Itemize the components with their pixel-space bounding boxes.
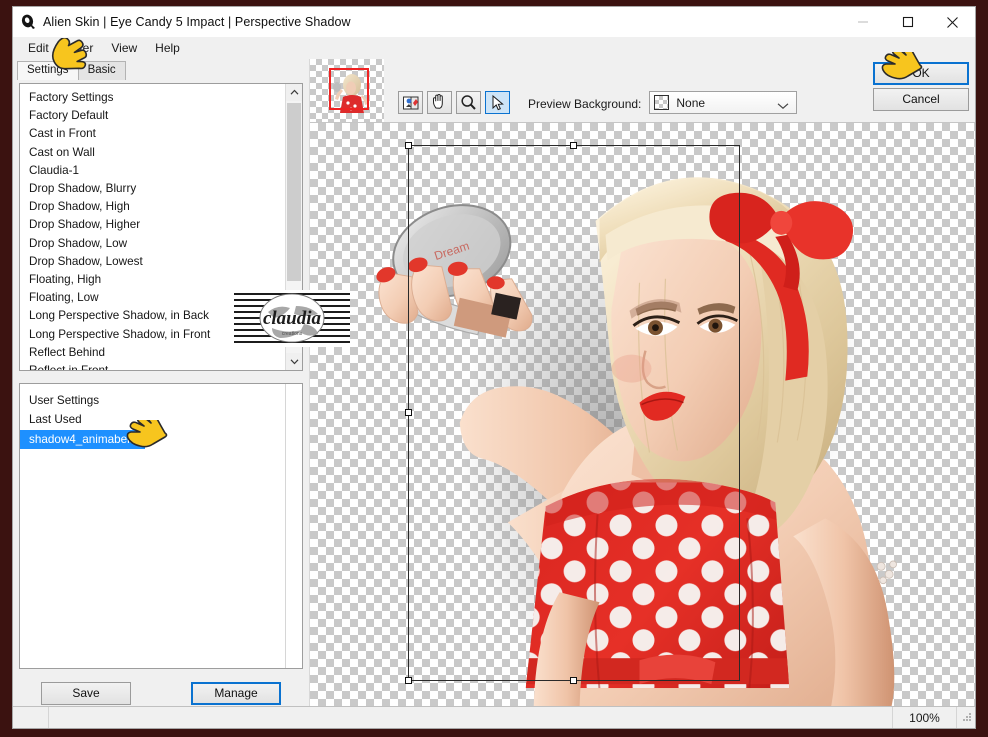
zoom-tool-icon[interactable] [456, 91, 481, 114]
maximize-icon[interactable] [885, 7, 930, 37]
menu-item-edit[interactable]: Edit [19, 40, 58, 56]
resize-grip-icon[interactable] [957, 710, 975, 725]
alien-skin-icon [19, 13, 37, 31]
list-item[interactable]: Factory Settings [20, 89, 285, 107]
hand-tool-icon[interactable] [427, 91, 452, 114]
preview-compare-tool-icon[interactable] [398, 91, 423, 114]
list-item-selected[interactable]: shadow4_animabelle [20, 430, 145, 450]
list-item[interactable]: Drop Shadow, Blurry [20, 180, 285, 198]
preview-canvas[interactable]: Dream [310, 122, 975, 706]
list-item[interactable]: Cast in Front [20, 125, 285, 143]
menu-item-help[interactable]: Help [146, 40, 189, 56]
factory-settings-items: Factory Settings Factory Default Cast in… [20, 84, 285, 370]
list-item[interactable]: Factory Default [20, 107, 285, 125]
list-item[interactable]: Long Perspective Shadow, in Front [20, 326, 285, 344]
zoom-level: 100% [893, 707, 957, 728]
tab-settings[interactable]: Settings [17, 61, 79, 80]
factory-settings-list[interactable]: Factory Settings Factory Default Cast in… [19, 83, 303, 371]
list-item[interactable]: Floating, High [20, 271, 285, 289]
preview-toolbar: Preview Background: None OK Cancel [310, 59, 975, 122]
list-item[interactable]: Floating, Low [20, 289, 285, 307]
scrollbar-track[interactable] [286, 101, 302, 353]
plugin-window: Alien Skin | Eye Candy 5 Impact | Perspe… [12, 6, 976, 729]
minimize-icon[interactable] [840, 7, 885, 37]
chevron-down-icon[interactable] [777, 97, 789, 115]
chevron-up-icon[interactable] [286, 84, 302, 101]
user-settings-header: User Settings [29, 394, 100, 407]
factory-list-scrollbar[interactable] [285, 84, 302, 370]
menu-item-filter[interactable]: Filter [58, 40, 103, 56]
ok-button[interactable]: OK [873, 62, 969, 85]
navigator-viewport-rect[interactable] [329, 68, 369, 110]
transparency-swatch-icon [654, 95, 670, 110]
window-body: Settings Basic Factory Settings Factory … [13, 59, 975, 706]
preview-image: Dream [310, 123, 975, 706]
list-item[interactable]: Drop Shadow, Lowest [20, 253, 285, 271]
cancel-button[interactable]: Cancel [873, 88, 969, 111]
list-item[interactable]: Drop Shadow, Higher [20, 216, 285, 234]
divider [285, 384, 286, 668]
pointer-tool-icon[interactable] [485, 91, 510, 114]
list-item[interactable]: Last Used [20, 410, 82, 429]
user-settings-list[interactable]: User Settings Last Used shadow4_animabel… [19, 383, 303, 669]
scrollbar-thumb[interactable] [287, 103, 301, 281]
tab-strip: Settings Basic [13, 59, 309, 80]
save-button[interactable]: Save [41, 682, 131, 705]
list-item[interactable]: Long Perspective Shadow, in Back [20, 307, 285, 325]
settings-pane: Settings Basic Factory Settings Factory … [13, 59, 310, 706]
navigator-thumbnail[interactable] [310, 59, 384, 122]
chevron-down-icon[interactable] [286, 353, 302, 370]
list-item[interactable]: Drop Shadow, Low [20, 235, 285, 253]
window-title: Alien Skin | Eye Candy 5 Impact | Perspe… [43, 15, 351, 29]
manage-button[interactable]: Manage [191, 682, 281, 705]
tab-basic[interactable]: Basic [77, 61, 126, 80]
user-settings-items: User Settings Last Used shadow4_animabel… [20, 384, 302, 450]
title-bar: Alien Skin | Eye Candy 5 Impact | Perspe… [13, 7, 975, 37]
settings-action-buttons: Save Manage [13, 682, 309, 705]
screenshot-root: Alien Skin | Eye Candy 5 Impact | Perspe… [0, 0, 988, 737]
close-icon[interactable] [930, 7, 975, 37]
window-controls [840, 7, 975, 37]
list-item[interactable]: Claudia-1 [20, 162, 285, 180]
menu-bar: Edit Filter View Help [13, 37, 975, 59]
tool-buttons [398, 91, 510, 122]
menu-item-view[interactable]: View [102, 40, 146, 56]
status-cell-middle [49, 707, 893, 728]
status-bar: 100% [13, 706, 975, 728]
preview-background-select[interactable]: None [649, 91, 798, 115]
preview-background-label: Preview Background: [528, 97, 642, 111]
preview-pane: Preview Background: None OK Cancel Dream [310, 59, 975, 706]
list-item[interactable]: Reflect in Front [20, 362, 285, 370]
status-cell-left [13, 707, 49, 728]
list-item[interactable]: Drop Shadow, High [20, 198, 285, 216]
list-item[interactable]: Cast on Wall [20, 144, 285, 162]
list-item[interactable]: Reflect Behind [20, 344, 285, 362]
dialog-buttons: OK Cancel [873, 62, 969, 111]
preview-background-value: None [676, 95, 706, 110]
